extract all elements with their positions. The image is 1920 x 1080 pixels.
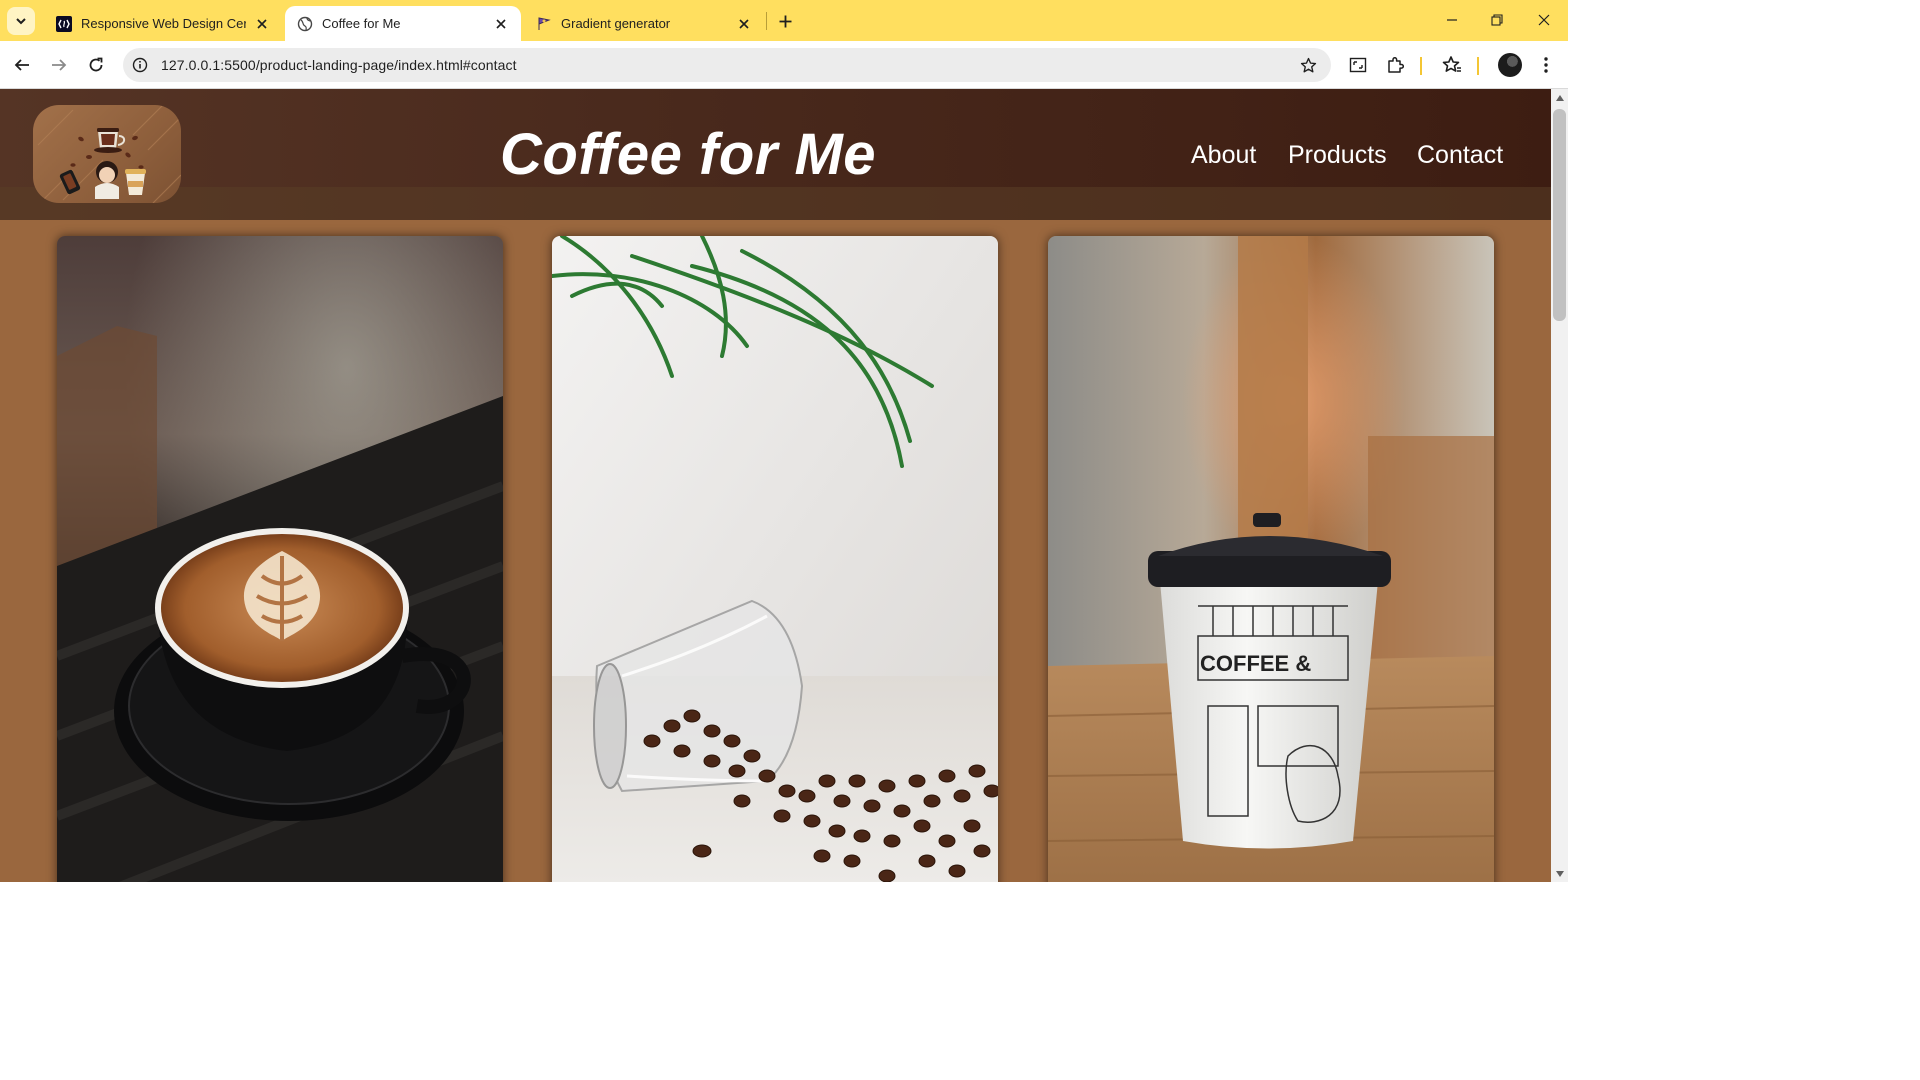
close-tab-icon[interactable] — [493, 16, 509, 32]
scrollbar-thumb[interactable] — [1553, 109, 1566, 321]
reload-button[interactable] — [84, 53, 108, 77]
close-icon — [1538, 14, 1550, 26]
profile-avatar[interactable] — [1498, 53, 1522, 77]
screenshot-button[interactable] — [1346, 53, 1370, 77]
site-info-icon[interactable] — [131, 56, 149, 74]
plus-icon — [779, 15, 791, 27]
chevron-down-icon — [16, 18, 26, 25]
reload-icon — [89, 57, 103, 72]
site-logo[interactable] — [33, 105, 181, 203]
address-bar[interactable]: 127.0.0.1:5500/product-landing-page/inde… — [123, 48, 1331, 82]
toolbar-divider — [1477, 57, 1479, 75]
triangle-up-icon — [1555, 94, 1564, 101]
scroll-down-button[interactable] — [1551, 865, 1568, 882]
globe-icon — [297, 16, 313, 32]
restore-icon — [1491, 14, 1503, 26]
tab-coffee[interactable]: Coffee for Me — [285, 6, 521, 41]
product-card-latte — [57, 236, 503, 882]
menu-button[interactable] — [1534, 53, 1558, 77]
nav-link-contact[interactable]: Contact — [1417, 141, 1503, 170]
bookmark-star-icon[interactable] — [1299, 56, 1317, 74]
coffee-illustration-logo — [37, 105, 181, 203]
close-tab-icon[interactable] — [254, 16, 270, 32]
tab-title: Coffee for Me — [322, 16, 401, 31]
star-list-icon — [1442, 56, 1461, 72]
arrow-right-icon — [52, 59, 67, 71]
extensions-button[interactable] — [1383, 53, 1407, 77]
close-window-button[interactable] — [1530, 8, 1558, 32]
puzzle-icon — [1388, 56, 1404, 73]
freecodecamp-icon — [56, 15, 72, 32]
header-shade — [0, 187, 1551, 220]
nav-link-about[interactable]: About — [1191, 141, 1256, 170]
screenshot-icon — [1349, 57, 1367, 73]
back-button[interactable] — [10, 53, 34, 77]
tab-title: Gradient generator — [561, 16, 671, 31]
page-viewport: Coffee for Me About Products Contact COF… — [0, 89, 1551, 882]
scroll-up-button[interactable] — [1551, 89, 1568, 106]
product-card-beans — [552, 236, 998, 882]
minimize-button[interactable] — [1438, 8, 1466, 32]
new-tab-button[interactable] — [774, 10, 796, 32]
forward-button[interactable] — [47, 53, 71, 77]
url-text[interactable]: 127.0.0.1:5500/product-landing-page/inde… — [161, 57, 517, 73]
tab-gradient[interactable]: Gradient generator — [524, 6, 764, 41]
paper-coffee-cup-photo: COFFEE & — [1048, 236, 1494, 882]
more-vertical-icon — [1544, 57, 1548, 73]
minimize-icon — [1447, 19, 1457, 21]
tab-strip: Responsive Web Design Certific Coffee fo… — [0, 0, 1568, 41]
close-tab-icon[interactable] — [736, 16, 752, 32]
tab-search-button[interactable] — [7, 7, 35, 35]
cup-print-text: COFFEE & — [1200, 651, 1311, 676]
latte-art-cup-photo — [57, 236, 503, 882]
nav-link-products[interactable]: Products — [1288, 141, 1387, 170]
tab-divider — [766, 12, 767, 30]
browser-toolbar: 127.0.0.1:5500/product-landing-page/inde… — [0, 41, 1568, 89]
triangle-down-icon — [1555, 870, 1564, 877]
bookmarks-button[interactable] — [1440, 53, 1464, 77]
spilled-coffee-beans-glass-photo — [552, 236, 998, 882]
tab-fcc[interactable]: Responsive Web Design Certific — [44, 6, 282, 41]
site-header: Coffee for Me About Products Contact — [0, 89, 1551, 220]
site-title: Coffee for Me — [500, 122, 877, 187]
restore-button[interactable] — [1483, 8, 1511, 32]
tab-title: Responsive Web Design Certific — [81, 16, 246, 31]
product-card-cup: COFFEE & — [1048, 236, 1494, 882]
toolbar-divider — [1420, 57, 1422, 75]
arrow-left-icon — [14, 59, 29, 71]
gradient-generator-icon — [536, 16, 552, 32]
page-scrollbar[interactable] — [1551, 89, 1568, 882]
